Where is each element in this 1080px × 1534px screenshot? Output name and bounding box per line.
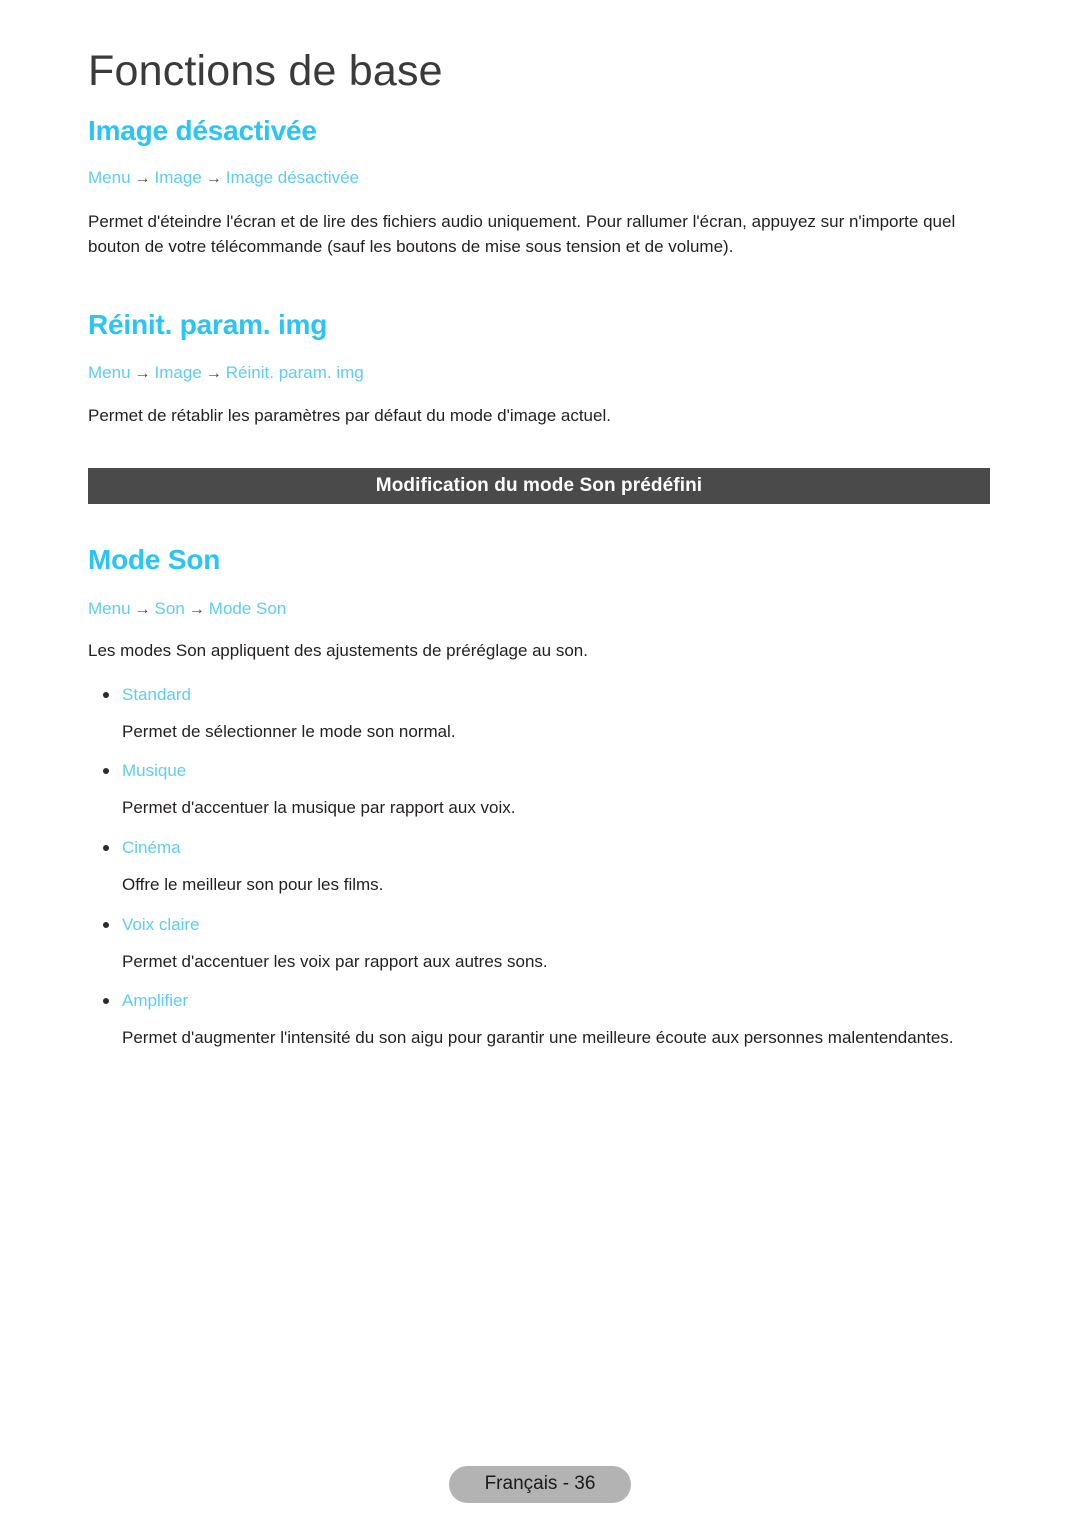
body-text-reset-picture: Permet de rétablir les paramètres par dé… (88, 406, 611, 426)
sound-mode-list: Standard Permet de sélectionner le mode … (88, 664, 990, 1051)
list-item: Standard Permet de sélectionner le mode … (88, 664, 990, 745)
section-banner: Modification du mode Son prédéfini (88, 468, 990, 505)
mode-label-text: Voix claire (122, 914, 200, 934)
page-title: Fonctions de base (88, 47, 443, 95)
mode-label-cinema: Cinéma (88, 839, 990, 856)
arrow-right-icon: → (205, 365, 222, 383)
breadcrumb-item-menu[interactable]: Menu (88, 363, 131, 382)
bullet-icon (103, 998, 109, 1005)
mode-description-standard: Permet de sélectionner le mode son norma… (122, 721, 456, 741)
section-heading-reset-picture: Réinit. param. img (88, 309, 328, 341)
body-text-image-off: Permet d'éteindre l'écran et de lire des… (88, 212, 956, 257)
mode-description-voix-claire: Permet d'accentuer les voix par rapport … (122, 951, 548, 971)
breadcrumb-sound-mode: Menu → Son → Mode Son (88, 574, 990, 618)
arrow-right-icon: → (205, 170, 222, 187)
breadcrumb-item-menu[interactable]: Menu (88, 599, 131, 618)
list-item: Cinéma Offre le meilleur son pour les fi… (88, 821, 990, 898)
breadcrumb-item-mode-son[interactable]: Mode Son (209, 599, 287, 618)
mode-label-text: Musique (122, 761, 187, 781)
section-heading-image-off: Image désactivée (88, 115, 317, 146)
list-item: Musique Permet d'accentuer la musique pa… (88, 744, 990, 821)
breadcrumb-item-image[interactable]: Image (155, 363, 202, 382)
page-content: Fonctions de base Image désactivée Menu →… (88, 0, 990, 1051)
bullet-icon (103, 691, 109, 698)
mode-description-musique: Permet d'accentuer la musique par rappor… (122, 798, 516, 818)
mode-label-musique: Musique (88, 762, 990, 779)
arrow-right-icon: → (134, 601, 151, 619)
breadcrumb-reset-picture: Menu → Image → Réinit. param. img (88, 339, 990, 382)
arrow-right-icon: → (134, 170, 151, 187)
page-footer: Français - 36 (0, 1466, 1080, 1503)
breadcrumb-item-reset-picture[interactable]: Réinit. param. img (226, 363, 364, 382)
arrow-right-icon: → (188, 601, 205, 619)
mode-label-standard: Standard (88, 686, 990, 703)
page-number-badge: Français - 36 (448, 1466, 632, 1503)
mode-description-cinema: Offre le meilleur son pour les films. (122, 874, 384, 894)
breadcrumb-item-image[interactable]: Image (155, 168, 202, 187)
list-item: Amplifier Permet d'augmenter l'intensité… (88, 974, 990, 1051)
bullet-icon (103, 768, 109, 775)
body-text-sound-mode: Les modes Son appliquent des ajustements… (88, 641, 588, 661)
mode-label-voix-claire: Voix claire (88, 916, 990, 933)
breadcrumb-item-menu[interactable]: Menu (88, 168, 131, 187)
mode-label-text: Cinéma (122, 837, 181, 857)
mode-label-text: Standard (122, 684, 191, 704)
section-heading-sound-mode: Mode Son (88, 544, 221, 576)
arrow-right-icon: → (134, 365, 151, 383)
mode-description-amplifier: Permet d'augmenter l'intensité du son ai… (122, 1028, 954, 1048)
list-item: Voix claire Permet d'accentuer les voix … (88, 898, 990, 975)
bullet-icon (103, 844, 109, 851)
mode-label-amplifier: Amplifier (88, 992, 990, 1009)
breadcrumb-item-son[interactable]: Son (155, 599, 185, 618)
breadcrumb-image-off: Menu → Image → Image désactivée (88, 145, 990, 187)
breadcrumb-item-image-off[interactable]: Image désactivée (226, 168, 359, 187)
manual-page: Fonctions de base Image désactivée Menu →… (0, 0, 1080, 1534)
mode-label-text: Amplifier (122, 991, 189, 1011)
bullet-icon (103, 921, 109, 928)
